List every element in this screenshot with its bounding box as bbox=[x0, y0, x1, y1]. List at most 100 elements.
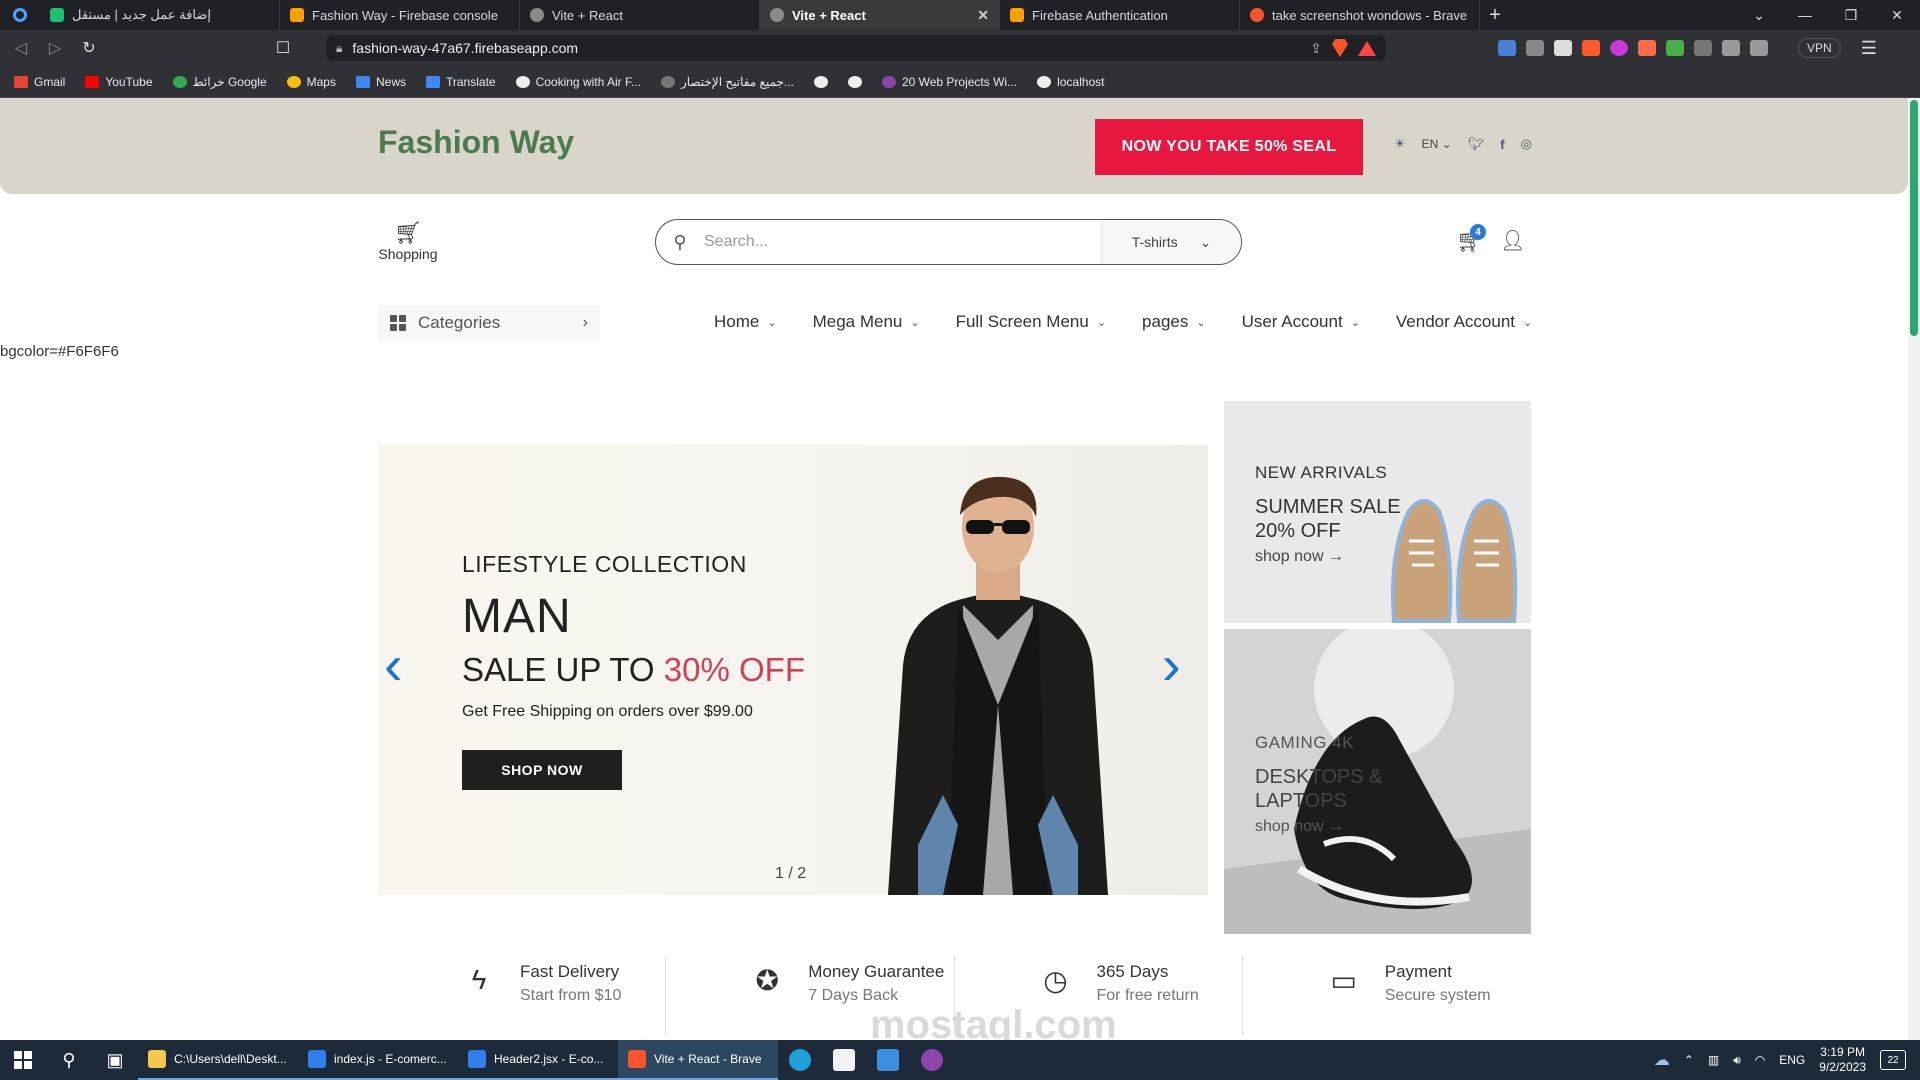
bookmark-item[interactable]: 20 Web Projects Wi... bbox=[881, 75, 1017, 89]
nav-mega-menu[interactable]: Mega Menu ⌄ bbox=[813, 312, 920, 332]
card-shop-now-link[interactable]: shop now → bbox=[1255, 548, 1344, 566]
start-button[interactable] bbox=[0, 1051, 46, 1069]
extension-icon[interactable] bbox=[1582, 40, 1600, 56]
extension-icon[interactable] bbox=[1666, 40, 1684, 56]
nav-pages[interactable]: pages ⌄ bbox=[1142, 312, 1206, 332]
bookmark-label: Cooking with Air F... bbox=[535, 74, 641, 89]
bookmark-item[interactable]: خرائط Google bbox=[172, 74, 267, 89]
brave-rewards-icon[interactable] bbox=[1358, 40, 1376, 56]
nav-full-screen-menu[interactable]: Full Screen Menu ⌄ bbox=[956, 312, 1106, 332]
slider-prev-button[interactable]: ‹ bbox=[384, 637, 403, 693]
slider-next-button[interactable]: › bbox=[1162, 637, 1181, 693]
shopping-logo[interactable]: 🛒︎ Shopping bbox=[378, 220, 438, 262]
search-input[interactable] bbox=[704, 220, 1101, 264]
translate-extension-icon[interactable] bbox=[1498, 40, 1516, 56]
back-icon[interactable]: ◁ bbox=[10, 38, 32, 58]
site-logo[interactable]: Fashion Way bbox=[378, 124, 574, 161]
extension-icon[interactable] bbox=[1610, 40, 1628, 56]
taskbar-app-active[interactable]: Vite + React - Brave bbox=[618, 1040, 778, 1080]
reload-icon[interactable]: ↻ bbox=[78, 38, 100, 58]
wallet-icon[interactable] bbox=[1750, 40, 1768, 56]
categories-button[interactable]: Categories › bbox=[378, 305, 600, 341]
extension-icon[interactable] bbox=[1638, 40, 1656, 56]
facebook-icon[interactable]: f bbox=[1500, 137, 1504, 152]
tab-4[interactable]: Firebase Authentication bbox=[1000, 0, 1240, 30]
tab-search-icon[interactable]: ⌄ bbox=[1736, 7, 1782, 24]
keyboard-language[interactable]: ENG bbox=[1779, 1053, 1805, 1067]
search-icon: ⚲ bbox=[673, 231, 687, 252]
tab-1[interactable]: Fashion Way - Firebase console bbox=[280, 0, 520, 30]
menu-icon[interactable]: ☰ bbox=[1861, 38, 1877, 59]
bookmark-item[interactable]: localhost bbox=[1037, 75, 1104, 89]
bookmark-item[interactable] bbox=[847, 75, 862, 88]
taskbar-app[interactable]: index.js - E-comerc... bbox=[298, 1040, 458, 1080]
cart-button[interactable]: 🛒︎ 4 bbox=[1456, 224, 1486, 254]
nav-home[interactable]: Home ⌄ bbox=[714, 312, 777, 332]
scrollbar-thumb[interactable] bbox=[1910, 100, 1918, 336]
brave-shields-icon[interactable] bbox=[1332, 39, 1348, 57]
tab-2[interactable]: Vite + React bbox=[520, 0, 760, 30]
nav-user-account[interactable]: User Account ⌄ bbox=[1242, 312, 1360, 332]
tab-label: إضافة عمل جديد | مستقل bbox=[72, 7, 211, 22]
bookmark-label: News bbox=[375, 74, 406, 89]
bookmark-item[interactable]: News bbox=[355, 74, 406, 89]
url-bar[interactable]: 🔒︎ fashion-way-47a67.firebaseapp.com ⇪ bbox=[326, 35, 1386, 61]
edge-pin[interactable] bbox=[778, 1049, 822, 1071]
bookmark-item[interactable]: Gmail bbox=[14, 75, 65, 89]
taskbar-app[interactable]: Header2.jsx - E-co... bbox=[458, 1040, 618, 1080]
forward-icon[interactable]: ▷ bbox=[44, 38, 66, 58]
new-tab-button[interactable]: + bbox=[1480, 4, 1510, 27]
lock-icon[interactable]: 🔒︎ bbox=[336, 41, 342, 56]
user-account-button[interactable]: 👤︎ bbox=[1500, 228, 1525, 253]
puzzle-icon[interactable] bbox=[1694, 40, 1712, 56]
instagram-icon[interactable]: ◎ bbox=[1521, 136, 1532, 152]
bookmark-item[interactable] bbox=[813, 75, 828, 88]
tab-5[interactable]: take screenshot wondows - Brave Search bbox=[1240, 0, 1480, 30]
network-icon[interactable]: ▥ bbox=[1708, 1053, 1719, 1067]
store-pin[interactable] bbox=[822, 1049, 866, 1071]
share-icon[interactable]: ⇪ bbox=[1310, 40, 1322, 57]
scrollbar[interactable] bbox=[1908, 98, 1920, 1040]
promo-banner[interactable]: NOW YOU TAKE 50% SEAL bbox=[1095, 119, 1363, 175]
sun-theme-icon[interactable]: ☀ bbox=[1394, 136, 1406, 152]
maximize-button[interactable]: ❐ bbox=[1828, 7, 1874, 24]
twitter-icon[interactable]: 🐦︎ bbox=[1468, 136, 1485, 152]
search-icon[interactable]: ⚲ bbox=[46, 1050, 92, 1071]
minimize-button[interactable]: — bbox=[1782, 7, 1828, 24]
language-select[interactable]: EN ⌄ bbox=[1422, 137, 1452, 151]
notifications-button[interactable]: 22 bbox=[1880, 1050, 1906, 1070]
close-tab-icon[interactable]: ✕ bbox=[977, 7, 989, 24]
bookmark-item[interactable]: Maps bbox=[286, 75, 336, 89]
card-shop-now-link[interactable]: shop now → bbox=[1255, 818, 1344, 836]
url-text[interactable]: fashion-way-47a67.firebaseapp.com bbox=[352, 40, 1300, 56]
close-window-button[interactable]: ✕ bbox=[1874, 7, 1920, 24]
github-pin[interactable] bbox=[910, 1049, 954, 1071]
search-category-select[interactable]: T-shirts ⌄ bbox=[1101, 220, 1241, 264]
mail-pin[interactable] bbox=[866, 1049, 910, 1071]
tab-0[interactable]: إضافة عمل جديد | مستقل bbox=[40, 0, 280, 30]
award-icon: ✪ bbox=[755, 965, 779, 996]
onedrive-icon[interactable]: ☁ bbox=[1654, 1050, 1670, 1070]
bookmark-page-icon[interactable]: ☐ bbox=[272, 38, 294, 58]
promo-card-gaming[interactable]: GAMING 4K DESKTOPS & LAPTOPS shop now → bbox=[1224, 629, 1531, 934]
taskbar-app[interactable]: C:\Users\dell\Deskt... bbox=[138, 1040, 298, 1080]
bookmark-item[interactable]: جميع مفاتيح الإختصار... bbox=[660, 75, 794, 89]
wifi-icon[interactable]: ◠ bbox=[1755, 1053, 1765, 1067]
chevron-up-icon[interactable]: ⌃ bbox=[1684, 1053, 1694, 1067]
browser-logo-icon[interactable] bbox=[0, 0, 40, 30]
clock[interactable]: 3:19 PM 9/2/2023 bbox=[1819, 1045, 1866, 1075]
bookmark-label: خرائط Google bbox=[192, 74, 267, 89]
bookmark-item[interactable]: Cooking with Air F... bbox=[515, 74, 641, 89]
nav-vendor-account[interactable]: Vendor Account ⌄ bbox=[1396, 312, 1532, 332]
task-view-icon[interactable]: ▣ bbox=[92, 1050, 138, 1071]
bookmark-item[interactable]: Translate bbox=[426, 75, 496, 89]
extension-icon[interactable] bbox=[1554, 40, 1572, 56]
promo-card-new-arrivals[interactable]: NEW ARRIVALS SUMMER SALE 20% OFF shop no… bbox=[1224, 401, 1531, 623]
shop-now-button[interactable]: SHOP NOW bbox=[462, 750, 622, 790]
vpn-button[interactable]: VPN bbox=[1798, 38, 1841, 58]
extension-icon[interactable] bbox=[1526, 40, 1544, 56]
bookmark-item[interactable]: YouTube bbox=[85, 75, 153, 89]
volume-icon[interactable]: 🔊︎ bbox=[1733, 1053, 1741, 1068]
tab-3-active[interactable]: Vite + React ✕ bbox=[760, 0, 1000, 30]
sidebar-icon[interactable] bbox=[1722, 40, 1740, 56]
